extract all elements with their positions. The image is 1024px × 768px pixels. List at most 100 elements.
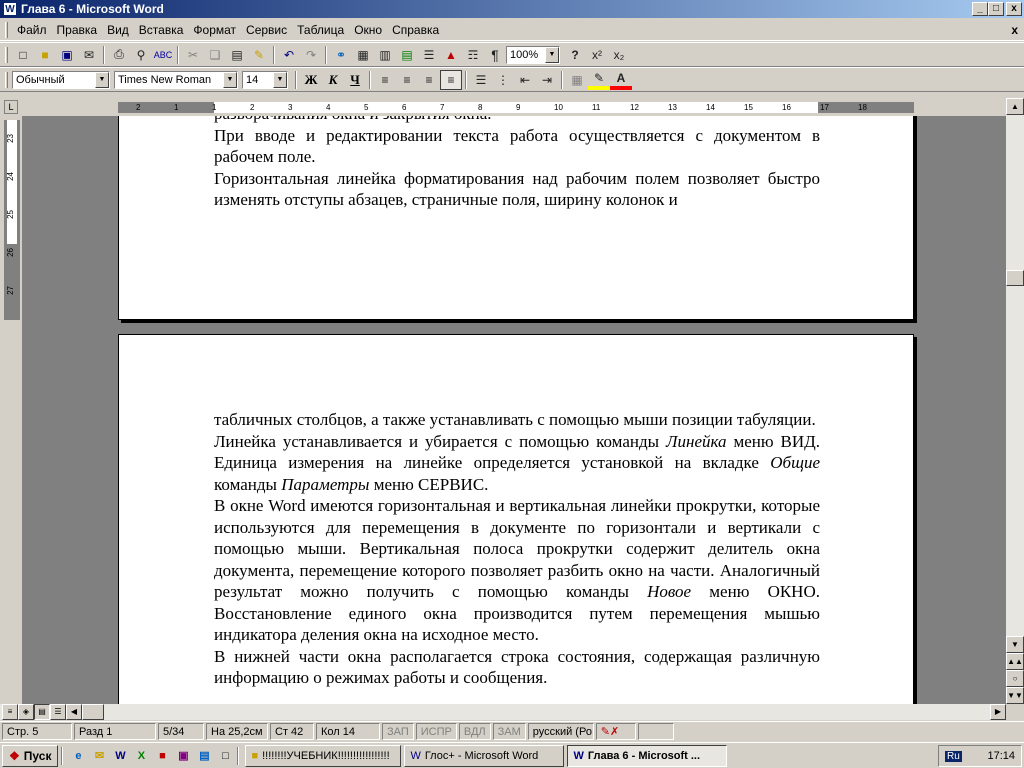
- vertical-scrollbar[interactable]: ▲ ▼ ▲▲ ○ ▼▼: [1006, 98, 1024, 704]
- style-combo[interactable]: Обычный ▼: [12, 70, 110, 89]
- print-layout-icon[interactable]: ▤: [34, 704, 50, 720]
- document-map-icon[interactable]: ☶: [462, 45, 484, 65]
- print-preview-icon[interactable]: ⚲: [130, 45, 152, 65]
- save-icon[interactable]: ▣: [56, 45, 78, 65]
- align-center-icon[interactable]: ≡: [396, 70, 418, 90]
- web-view-icon[interactable]: ◈: [18, 704, 34, 720]
- cut-icon[interactable]: ✂: [182, 45, 204, 65]
- open-folder-icon[interactable]: ■: [34, 45, 56, 65]
- horizontal-ruler[interactable]: L 2 1 1 2 3 4 5 6 7 8 9 10 11 12 13 14 15 16 17 18: [0, 98, 1024, 116]
- page-text[interactable]: разворачивания окна и закрытия окна. При…: [214, 116, 820, 211]
- dropdown-arrow-icon[interactable]: ▼: [223, 71, 237, 88]
- previous-page-icon[interactable]: ▲▲: [1006, 653, 1024, 670]
- desktop-icon[interactable]: □: [216, 747, 234, 765]
- font-size-combo[interactable]: 14 ▼: [242, 70, 288, 89]
- drawing-icon[interactable]: ▲: [440, 45, 462, 65]
- status-rec[interactable]: ЗАП: [382, 723, 414, 740]
- align-left-icon[interactable]: ≡: [374, 70, 396, 90]
- internet-explorer-icon[interactable]: e: [69, 747, 87, 765]
- justify-icon[interactable]: ≡: [440, 69, 462, 90]
- font-combo[interactable]: Times New Roman ▼: [114, 70, 238, 89]
- status-overtype[interactable]: ЗАМ: [492, 723, 526, 740]
- menu-help[interactable]: Справка: [387, 23, 444, 37]
- borders-icon[interactable]: ▦: [566, 70, 588, 90]
- vertical-ruler[interactable]: 23 24 25 26 27: [4, 120, 20, 320]
- print-icon[interactable]: ⎙: [108, 45, 130, 65]
- normal-view-icon[interactable]: ≡: [2, 704, 18, 720]
- bullets-icon[interactable]: ⋮: [492, 70, 514, 90]
- redo-icon[interactable]: ↷: [300, 45, 322, 65]
- word-app-icon[interactable]: W: [3, 2, 17, 16]
- numbering-icon[interactable]: ☰: [470, 70, 492, 90]
- highlight-icon[interactable]: ✎: [588, 70, 610, 90]
- language-indicator[interactable]: Ru: [945, 750, 962, 762]
- menu-window[interactable]: Окно: [349, 23, 387, 37]
- status-track-changes[interactable]: ИСПР: [415, 723, 457, 740]
- access-icon[interactable]: ▣: [174, 747, 192, 765]
- superscript-button[interactable]: x²: [586, 45, 608, 65]
- outlook-icon[interactable]: ✉: [90, 747, 108, 765]
- clock[interactable]: 17:14: [987, 750, 1015, 762]
- task-button-active[interactable]: W Глава 6 - Microsoft ...: [567, 744, 728, 767]
- bold-button[interactable]: Ж: [300, 70, 322, 90]
- insert-table-icon[interactable]: ▥: [374, 45, 396, 65]
- increase-indent-icon[interactable]: ⇥: [536, 70, 558, 90]
- excel-icon[interactable]: X: [132, 747, 150, 765]
- hyperlink-icon[interactable]: ⚭: [330, 45, 352, 65]
- menu-tools[interactable]: Сервис: [241, 23, 292, 37]
- tab-selector[interactable]: L: [4, 100, 18, 114]
- italic-button[interactable]: К: [322, 70, 344, 90]
- menu-table[interactable]: Таблица: [292, 23, 349, 37]
- insert-excel-icon[interactable]: ▤: [396, 45, 418, 65]
- task-button[interactable]: ■ !!!!!!!!УЧЕБНИК!!!!!!!!!!!!!!!!!: [245, 744, 402, 767]
- maximize-button[interactable]: □: [988, 2, 1004, 16]
- help-icon[interactable]: ?: [564, 45, 586, 65]
- copy-icon[interactable]: ❏: [204, 45, 226, 65]
- powerpoint-icon[interactable]: ■: [153, 747, 171, 765]
- decrease-indent-icon[interactable]: ⇤: [514, 70, 536, 90]
- subscript-button[interactable]: x₂: [608, 45, 630, 65]
- dropdown-arrow-icon[interactable]: ▼: [95, 71, 109, 88]
- menu-file[interactable]: Файл: [12, 23, 52, 37]
- scroll-up-icon[interactable]: ▲: [1006, 98, 1024, 115]
- undo-icon[interactable]: ↶: [278, 45, 300, 65]
- page-text[interactable]: табличных столбцов, а также устанавливат…: [214, 409, 820, 689]
- toolbar-grip[interactable]: [5, 21, 8, 38]
- word-icon[interactable]: W: [111, 747, 129, 765]
- new-document-icon[interactable]: □: [12, 45, 34, 65]
- scroll-down-icon[interactable]: ▼: [1006, 636, 1024, 653]
- next-page-icon[interactable]: ▼▼: [1006, 687, 1024, 704]
- show-hide-icon[interactable]: ¶: [484, 45, 506, 65]
- scroll-left-icon[interactable]: ◀: [66, 704, 82, 720]
- underline-button[interactable]: Ч: [344, 70, 366, 90]
- task-button[interactable]: W Глос+ - Microsoft Word: [404, 744, 565, 767]
- dropdown-arrow-icon[interactable]: ▼: [545, 46, 559, 63]
- page[interactable]: разворачивания окна и закрытия окна. При…: [118, 116, 914, 320]
- select-browse-object-icon[interactable]: ○: [1006, 670, 1024, 687]
- document-area[interactable]: разворачивания окна и закрытия окна. При…: [22, 116, 1006, 704]
- menu-view[interactable]: Вид: [102, 23, 134, 37]
- minimize-button[interactable]: _: [972, 2, 988, 16]
- font-color-icon[interactable]: A: [610, 70, 632, 90]
- columns-icon[interactable]: ☰: [418, 45, 440, 65]
- page[interactable]: табличных столбцов, а также устанавливат…: [118, 334, 914, 704]
- zoom-combo[interactable]: 100% ▼: [506, 45, 560, 64]
- toolbar-grip[interactable]: [5, 46, 8, 63]
- toolbar-grip[interactable]: [5, 71, 8, 88]
- format-painter-icon[interactable]: ✎: [248, 45, 270, 65]
- scroll-thumb[interactable]: [1006, 270, 1024, 286]
- close-button[interactable]: x: [1006, 2, 1022, 16]
- menu-insert[interactable]: Вставка: [134, 23, 189, 37]
- paste-icon[interactable]: ▤: [226, 45, 248, 65]
- document-close-button[interactable]: x: [1011, 23, 1018, 37]
- scroll-right-icon[interactable]: ▶: [990, 704, 1006, 720]
- start-button[interactable]: ❖ Пуск: [2, 744, 59, 767]
- email-icon[interactable]: ✉: [78, 45, 100, 65]
- spelling-status-icon[interactable]: ✎✗: [595, 723, 636, 740]
- dropdown-arrow-icon[interactable]: ▼: [273, 71, 287, 88]
- menu-format[interactable]: Формат: [188, 23, 241, 37]
- tables-borders-icon[interactable]: ▦: [352, 45, 374, 65]
- status-extend[interactable]: ВДЛ: [458, 723, 491, 740]
- frontpage-icon[interactable]: ▤: [195, 747, 213, 765]
- align-right-icon[interactable]: ≡: [418, 70, 440, 90]
